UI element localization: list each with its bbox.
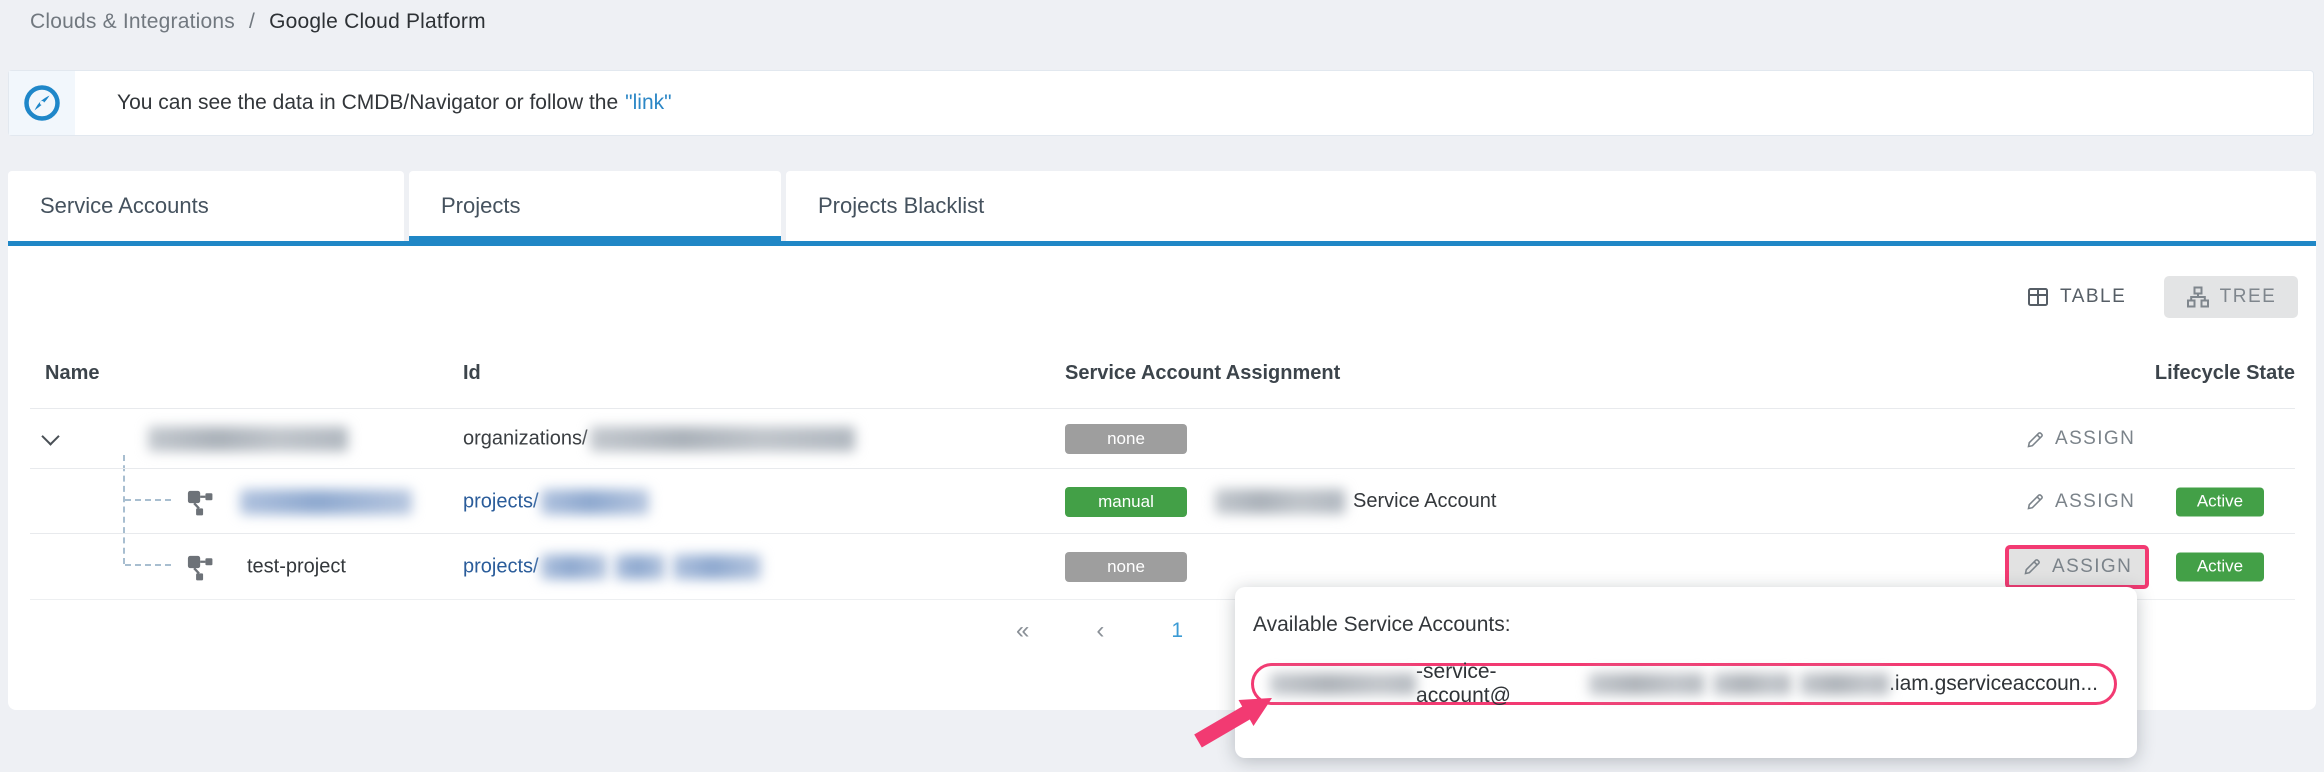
collapse-chevron-icon[interactable] bbox=[44, 435, 57, 443]
info-banner: You can see the data in CMDB/Navigator o… bbox=[8, 70, 2314, 136]
banner-message: You can see the data in CMDB/Navigator o… bbox=[75, 71, 672, 135]
project-name-redacted-link[interactable] bbox=[240, 489, 412, 514]
assignment-cell: manual Service Account bbox=[1065, 487, 1496, 517]
project-node-icon bbox=[185, 488, 213, 516]
table-row-organization: organizations/ none ASSIGN bbox=[30, 408, 2295, 469]
project-id: projects/ bbox=[463, 554, 761, 579]
project-name: test-project bbox=[247, 555, 346, 578]
service-account-prefix-redacted bbox=[1270, 673, 1416, 695]
column-header-id: Id bbox=[463, 362, 481, 385]
lifecycle-badge: Active bbox=[2176, 487, 2264, 516]
lifecycle-state-cell: Active bbox=[2176, 552, 2264, 581]
annotation-arrow bbox=[1178, 690, 1278, 752]
service-account-name-redacted bbox=[1215, 489, 1345, 514]
tree-view-icon bbox=[2186, 285, 2210, 309]
compass-icon bbox=[9, 71, 75, 135]
tab-projects-blacklist[interactable]: Projects Blacklist bbox=[786, 171, 2316, 241]
assignment-cell: none bbox=[1065, 552, 1187, 582]
pencil-icon bbox=[2022, 556, 2043, 577]
tree-view-button[interactable]: TREE bbox=[2164, 276, 2298, 318]
lifecycle-badge: Active bbox=[2176, 552, 2264, 581]
column-header-lifecycle-state: Lifecycle State bbox=[2008, 362, 2295, 385]
tab-service-accounts[interactable]: Service Accounts bbox=[8, 171, 404, 241]
organization-id: organizations/ bbox=[463, 427, 855, 452]
organization-name-redacted bbox=[148, 427, 348, 452]
project-id-redacted bbox=[541, 489, 649, 514]
project-id-redacted bbox=[541, 554, 607, 579]
column-header-name: Name bbox=[45, 362, 99, 385]
project-node-icon bbox=[185, 553, 213, 581]
gcp-integration-page: Clouds & Integrations / Google Cloud Pla… bbox=[0, 0, 2324, 772]
service-account-suffix: Service Account bbox=[1353, 490, 1496, 513]
cmdb-navigator-link[interactable]: "link" bbox=[625, 91, 671, 115]
assignment-badge: none bbox=[1065, 552, 1187, 582]
service-account-project-redacted bbox=[1589, 673, 1704, 695]
active-tab-underline bbox=[409, 236, 781, 246]
assign-button[interactable]: ASSIGN bbox=[2025, 491, 2135, 513]
assignment-cell: none bbox=[1065, 424, 1187, 454]
column-header-service-account-assignment: Service Account Assignment bbox=[1065, 362, 1340, 385]
pencil-icon bbox=[2025, 491, 2046, 512]
service-account-project-redacted bbox=[1713, 673, 1791, 695]
pencil-icon bbox=[2025, 429, 2046, 450]
popup-title: Available Service Accounts: bbox=[1253, 613, 1511, 637]
assign-button-highlight: ASSIGN bbox=[2005, 545, 2149, 589]
assign-button[interactable]: ASSIGN bbox=[2025, 428, 2135, 450]
organization-id-redacted bbox=[590, 427, 855, 452]
assign-button[interactable]: ASSIGN bbox=[2022, 556, 2132, 578]
table-view-icon bbox=[2026, 285, 2050, 309]
service-account-project-redacted bbox=[1800, 673, 1890, 695]
breadcrumb-separator: / bbox=[249, 10, 255, 33]
project-id-link[interactable]: projects/ bbox=[463, 490, 539, 513]
breadcrumb-current: Google Cloud Platform bbox=[269, 10, 486, 33]
pagination-first-button[interactable]: « bbox=[1016, 617, 1029, 645]
table-view-button[interactable]: TABLE bbox=[2026, 276, 2126, 318]
lifecycle-state-cell: Active bbox=[2176, 487, 2264, 516]
tab-projects[interactable]: Projects bbox=[409, 171, 781, 241]
breadcrumb-parent[interactable]: Clouds & Integrations bbox=[30, 10, 235, 33]
project-id-redacted bbox=[615, 554, 665, 579]
pagination-current-page[interactable]: 1 bbox=[1171, 619, 1183, 643]
breadcrumb: Clouds & Integrations / Google Cloud Pla… bbox=[30, 10, 486, 34]
project-id-redacted bbox=[673, 554, 761, 579]
project-id: projects/ bbox=[463, 489, 649, 514]
pagination-previous-button[interactable]: ‹ bbox=[1096, 617, 1104, 645]
assignment-badge: manual bbox=[1065, 487, 1187, 517]
assignment-badge: none bbox=[1065, 424, 1187, 454]
project-id-link[interactable]: projects/ bbox=[463, 555, 539, 578]
pagination: « ‹ 1 › bbox=[1016, 603, 1258, 659]
table-row-project: projects/ manual Service Account ASSIGN bbox=[30, 468, 2295, 534]
service-account-option[interactable]: -service-account@ .iam.gserviceaccoun... bbox=[1251, 663, 2117, 705]
available-service-accounts-popup: Available Service Accounts: -service-acc… bbox=[1235, 587, 2137, 758]
